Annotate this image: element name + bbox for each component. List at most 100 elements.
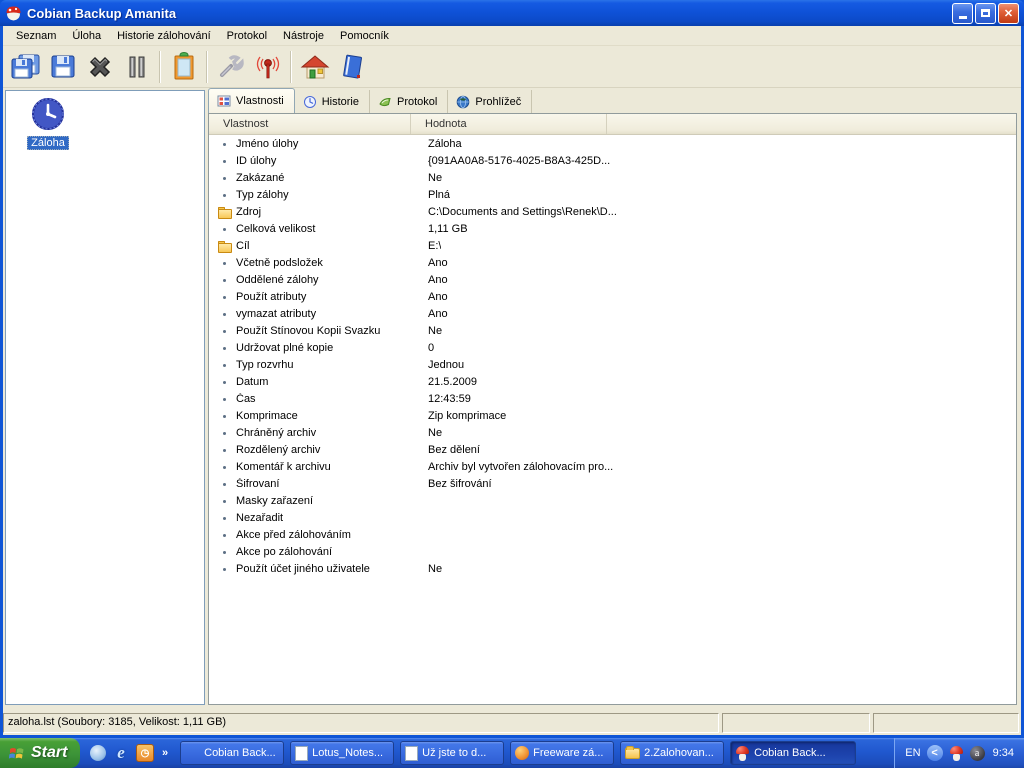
property-row[interactable]: Jméno úlohy Záloha — [209, 135, 1016, 152]
property-name: Komentář k archivu — [236, 461, 414, 473]
wrench-icon — [216, 52, 246, 82]
tab-vlastnosti[interactable]: Vlastnosti — [208, 88, 295, 113]
property-row[interactable]: Zdroj C:\Documents and Settings\Renek\D.… — [209, 203, 1016, 220]
row-icon — [218, 376, 232, 388]
row-icon — [218, 359, 232, 371]
task-list-panel[interactable]: Záloha — [5, 90, 205, 705]
menu-item[interactable]: Protokol — [220, 28, 274, 44]
menu-item[interactable]: Historie zálohování — [110, 28, 218, 44]
menu-item[interactable]: Seznam — [9, 28, 63, 44]
delete-task-button[interactable] — [81, 48, 118, 85]
property-row[interactable]: Celková velikost 1,11 GB — [209, 220, 1016, 237]
pause-tasks-button[interactable] — [118, 48, 155, 85]
maximize-button[interactable] — [975, 3, 996, 24]
minimize-button[interactable] — [952, 3, 973, 24]
row-icon — [218, 257, 232, 269]
tray-a-badge-icon[interactable]: a — [970, 746, 985, 761]
taskbar-window-button[interactable]: Už jste to d... — [400, 741, 504, 765]
property-row[interactable]: Akce před zálohováním — [209, 526, 1016, 543]
new-backup-list-button[interactable] — [7, 48, 44, 85]
tray-collapse-chevron-icon[interactable]: < — [927, 745, 943, 761]
options-button[interactable] — [212, 48, 249, 85]
property-row[interactable]: Komentář k archivu Archiv byl vytvořen z… — [209, 458, 1016, 475]
save-list-button[interactable] — [44, 48, 81, 85]
property-row[interactable]: Datum 21.5.2009 — [209, 373, 1016, 390]
property-row[interactable]: Akce po zálohování — [209, 543, 1016, 560]
quick-launch: e ◷ » — [80, 744, 176, 762]
property-row[interactable]: Typ zálohy Plná — [209, 186, 1016, 203]
taskbar-window-button[interactable]: Lotus_Notes... — [290, 741, 394, 765]
remote-button[interactable] — [249, 48, 286, 85]
property-row[interactable]: Typ rozvrhu Jednou — [209, 356, 1016, 373]
app-body: SeznamÚlohaHistorie zálohováníProtokolNá… — [3, 26, 1021, 735]
property-row[interactable]: Chráněný archiv Ne — [209, 424, 1016, 441]
close-button[interactable]: ✕ — [998, 3, 1019, 24]
property-row[interactable]: Šifrovaní Bez šifrování — [209, 475, 1016, 492]
column-header-hodnota[interactable]: Hodnota — [411, 114, 607, 134]
start-label: Start — [31, 744, 67, 762]
property-name: Datum — [236, 376, 414, 388]
tab-protokol[interactable]: Protokol — [370, 90, 448, 113]
cobian-tray-icon[interactable] — [949, 746, 964, 761]
table-header: Vlastnost Hodnota — [209, 114, 1016, 135]
property-row[interactable]: Čas 12:43:59 — [209, 390, 1016, 407]
property-row[interactable]: Cíl E:\ — [209, 237, 1016, 254]
titlebar[interactable]: Cobian Backup Amanita ✕ — [0, 0, 1024, 26]
property-value: Bez dělení — [414, 444, 480, 456]
property-row[interactable]: ID úlohy {091AA0A8-5176-4025-B8A3-425D..… — [209, 152, 1016, 169]
property-row[interactable]: Udržovat plné kopie 0 — [209, 339, 1016, 356]
taskbar-window-button[interactable]: Cobian Back... — [180, 741, 284, 765]
property-name: Akce před zálohováním — [236, 529, 414, 541]
taskbar-window-button[interactable]: Freeware zá... — [510, 741, 614, 765]
property-row[interactable]: Masky zařazení — [209, 492, 1016, 509]
menu-item[interactable]: Úloha — [65, 28, 108, 44]
task-clock-icon — [30, 97, 66, 133]
show-desktop-icon[interactable] — [90, 745, 106, 761]
taskbar-window-button[interactable]: Cobian Back... — [730, 741, 856, 765]
property-row[interactable]: Komprimace Zip komprimace — [209, 407, 1016, 424]
property-row[interactable]: vymazat atributy Ano — [209, 305, 1016, 322]
backup-task-item[interactable]: Záloha — [20, 97, 76, 151]
clipboard-button[interactable] — [165, 48, 202, 85]
property-row[interactable]: Rozdělený archiv Bez dělení — [209, 441, 1016, 458]
taskbar-button-label: Freeware zá... — [533, 747, 603, 759]
column-header-vlastnost[interactable]: Vlastnost — [209, 114, 411, 134]
language-indicator[interactable]: EN — [905, 747, 920, 759]
menu-item[interactable]: Nástroje — [276, 28, 331, 44]
property-row[interactable]: Použít Stínovou Kopii Svazku Ne — [209, 322, 1016, 339]
property-row[interactable]: Oddělené zálohy Ano — [209, 271, 1016, 288]
start-button[interactable]: Start — [0, 738, 80, 768]
main-area: Záloha Vlastnosti — [3, 88, 1021, 709]
internet-explorer-icon[interactable]: e — [112, 744, 130, 762]
column-header-empty — [607, 114, 1016, 134]
home-button[interactable] — [296, 48, 333, 85]
property-name: Včetně podsložek — [236, 257, 414, 269]
quick-launch-overflow-chevron[interactable]: » — [162, 747, 168, 759]
property-value: Ano — [414, 257, 448, 269]
property-row[interactable]: Použít účet jiného uživatele Ne — [209, 560, 1016, 577]
scheduler-clock-icon[interactable]: ◷ — [136, 744, 154, 762]
delete-x-icon — [85, 52, 115, 82]
double-floppy-icon — [10, 52, 42, 82]
property-name: Chráněný archiv — [236, 427, 414, 439]
property-name: Akce po zálohování — [236, 546, 414, 558]
property-value: Zip komprimace — [414, 410, 506, 422]
property-row[interactable]: Nezařadit — [209, 509, 1016, 526]
property-row[interactable]: Včetně podsložek Ano — [209, 254, 1016, 271]
clock-time[interactable]: 9:34 — [993, 747, 1014, 759]
property-row[interactable]: Zakázané Ne — [209, 169, 1016, 186]
maximize-icon — [981, 9, 990, 17]
tab-label: Prohlížeč — [475, 96, 521, 108]
property-row[interactable]: Použít atributy Ano — [209, 288, 1016, 305]
menu-item[interactable]: Pomocník — [333, 28, 396, 44]
help-button[interactable] — [333, 48, 370, 85]
tab-historie[interactable]: Historie — [295, 90, 370, 113]
tab-prohlizec[interactable]: Prohlížeč — [448, 90, 532, 113]
menu-bar: SeznamÚlohaHistorie zálohováníProtokolNá… — [3, 26, 1021, 46]
toolbar — [3, 46, 1021, 88]
row-icon — [218, 393, 232, 405]
taskbar-window-button[interactable]: 2.Zalohovan... — [620, 741, 724, 765]
row-icon — [218, 529, 232, 541]
task-label[interactable]: Záloha — [27, 136, 69, 150]
history-clock-icon — [303, 95, 317, 109]
